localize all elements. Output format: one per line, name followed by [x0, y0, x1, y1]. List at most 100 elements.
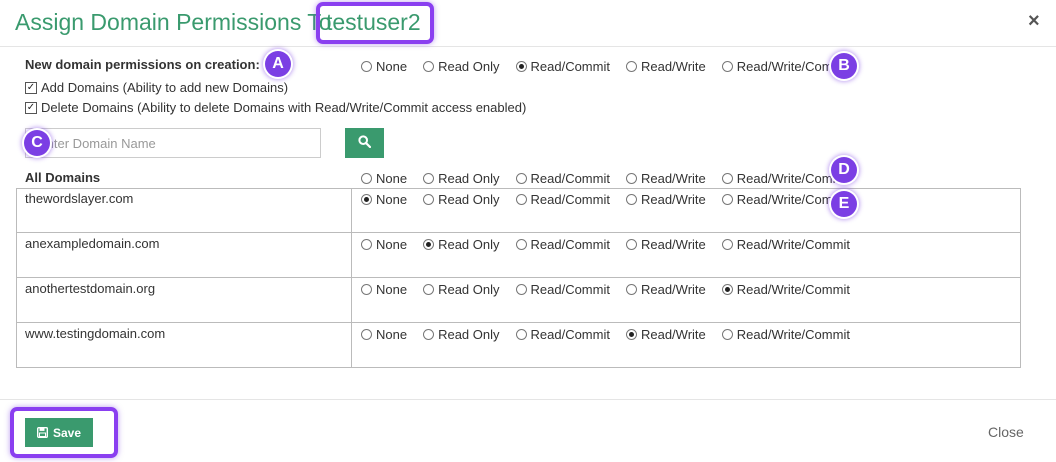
modal-title: Assign Domain Permissions To [15, 9, 332, 35]
radio-read-commit[interactable]: Read/Commit [515, 192, 610, 207]
radio-label: Read/Write/Commit [736, 282, 850, 297]
radio-button[interactable] [361, 239, 372, 250]
close-icon[interactable]: × [1028, 10, 1040, 32]
radio-read-write[interactable]: Read/Write [625, 171, 706, 186]
all-domains-label: All Domains [25, 170, 101, 185]
radio-none[interactable]: None [361, 192, 407, 207]
radio-label: None [376, 327, 408, 342]
radio-read-write[interactable]: Read/Write [625, 327, 706, 342]
radio-button[interactable] [625, 173, 637, 184]
radio-button[interactable] [625, 194, 637, 205]
radio-button[interactable] [515, 194, 527, 205]
radio-button[interactable] [625, 239, 637, 250]
radio-button[interactable] [361, 284, 372, 295]
radio-label: None [376, 192, 408, 207]
radio-none[interactable]: None [361, 171, 407, 186]
radio-button[interactable] [625, 284, 637, 295]
radio-button[interactable] [361, 61, 372, 72]
radio-button[interactable] [423, 173, 435, 184]
radio-label: Read/Write/Commit [736, 237, 850, 252]
radio-none[interactable]: None [361, 327, 407, 342]
creation-permission-radios: None Read Only Read/Commit Read/Write Read/W… [361, 59, 850, 74]
radio-button[interactable] [625, 61, 637, 72]
radio-read-only[interactable]: Read Only [423, 192, 500, 207]
radio-read-commit[interactable]: Read/Commit [515, 327, 610, 342]
radio-none[interactable]: None [361, 237, 407, 252]
radio-label: Read/Write [640, 171, 706, 186]
radio-button[interactable] [423, 239, 435, 250]
callout-c: C [24, 130, 50, 156]
radio-button[interactable] [515, 284, 527, 295]
radio-button[interactable] [721, 61, 733, 72]
radio-read-only[interactable]: Read Only [423, 237, 500, 252]
radio-label: None [376, 237, 408, 252]
radio-button[interactable] [721, 239, 733, 250]
radio-label: Read/Write [640, 282, 706, 297]
delete-domains-checkbox[interactable]: ✓ [25, 101, 37, 114]
radio-button[interactable] [515, 329, 527, 340]
radio-read-write[interactable]: Read/Write [625, 237, 706, 252]
radio-read-write-commit[interactable]: Read/Write/Commit [721, 327, 850, 342]
domain-permission-radios: None Read Only Read/Commit Read/Write Read/W… [361, 327, 850, 342]
radio-read-only[interactable]: Read Only [423, 327, 500, 342]
table-column-divider [351, 188, 352, 368]
radio-read-only[interactable]: Read Only [423, 282, 500, 297]
radio-button[interactable] [423, 284, 435, 295]
radio-label: Read/Write [640, 327, 706, 342]
delete-domains-checkbox-row[interactable]: ✓ Delete Domains (Ability to delete Doma… [25, 100, 526, 115]
radio-button[interactable] [423, 194, 435, 205]
radio-read-write[interactable]: Read/Write [625, 192, 706, 207]
radio-read-commit[interactable]: Read/Commit [515, 171, 610, 186]
radio-read-write[interactable]: Read/Write [625, 59, 706, 74]
radio-label: Read/Write [640, 59, 706, 74]
close-link[interactable]: Close [988, 424, 1024, 440]
username-highlight [316, 2, 434, 44]
radio-read-write-commit[interactable]: Read/Write/Commit [721, 237, 850, 252]
radio-none[interactable]: None [361, 282, 407, 297]
radio-button[interactable] [721, 329, 733, 340]
radio-label: Read/Write [640, 237, 706, 252]
domain-name: anothertestdomain.org [25, 281, 156, 296]
radio-button[interactable] [515, 173, 527, 184]
domain-name: www.testingdomain.com [25, 326, 166, 341]
radio-button[interactable] [721, 194, 733, 205]
radio-button[interactable] [423, 329, 435, 340]
radio-button[interactable] [423, 61, 435, 72]
radio-button[interactable] [515, 61, 527, 72]
callout-b: B [831, 53, 857, 79]
radio-label: Read/Commit [530, 59, 610, 74]
table-row-divider [16, 322, 1021, 323]
radio-label: Read Only [438, 171, 500, 186]
radio-read-only[interactable]: Read Only [423, 59, 500, 74]
radio-label: Read Only [438, 237, 500, 252]
radio-button[interactable] [721, 173, 733, 184]
radio-button[interactable] [625, 329, 637, 340]
domain-search-input[interactable] [25, 128, 321, 158]
search-icon [358, 135, 372, 149]
radio-read-only[interactable]: Read Only [423, 171, 500, 186]
search-button[interactable] [345, 128, 384, 158]
delete-domains-label: Delete Domains (Ability to delete Domain… [41, 100, 527, 115]
add-domains-checkbox[interactable]: ✓ [25, 81, 37, 94]
radio-label: None [376, 282, 408, 297]
add-domains-checkbox-row[interactable]: ✓ Add Domains (Ability to add new Domain… [25, 80, 288, 95]
radio-read-write[interactable]: Read/Write [625, 282, 706, 297]
radio-read-commit[interactable]: Read/Commit [515, 282, 610, 297]
radio-button[interactable] [721, 284, 733, 295]
all-domains-permission-radios: None Read Only Read/Commit Read/Write Read/W… [361, 171, 850, 186]
add-domains-label: Add Domains (Ability to add new Domains) [41, 80, 289, 95]
radio-button[interactable] [515, 239, 527, 250]
radio-button[interactable] [361, 329, 372, 340]
radio-read-commit[interactable]: Read/Commit [515, 59, 610, 74]
radio-button[interactable] [361, 194, 372, 205]
radio-none[interactable]: None [361, 59, 407, 74]
radio-read-commit[interactable]: Read/Commit [515, 237, 610, 252]
radio-read-write-commit[interactable]: Read/Write/Commit [721, 282, 850, 297]
radio-label: Read/Write [640, 192, 706, 207]
domain-name: thewordslayer.com [25, 191, 134, 206]
radio-button[interactable] [361, 173, 372, 184]
creation-permissions-label: New domain permissions on creation: [25, 57, 260, 72]
domain-permission-radios: None Read Only Read/Commit Read/Write Read/W… [361, 282, 850, 297]
radio-label: Read Only [438, 59, 500, 74]
callout-a: A [265, 51, 291, 77]
